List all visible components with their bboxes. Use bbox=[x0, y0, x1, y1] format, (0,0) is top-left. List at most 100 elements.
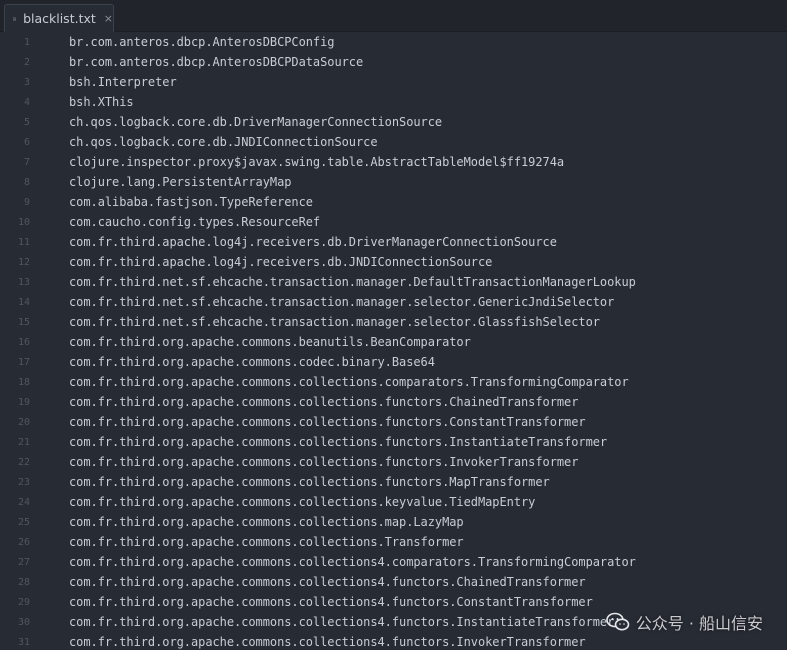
code-line: 26 com.fr.third.org.apache.commons.collec… bbox=[0, 532, 787, 552]
code-line: 9 com.alibaba.fastjson.TypeReference bbox=[0, 192, 787, 212]
editor-window: blacklist.txt × 1 br.com.anteros.dbcp.Ant… bbox=[0, 0, 787, 650]
code-text: com.fr.third.org.apache.commons.collecti… bbox=[69, 515, 464, 529]
tab-label: blacklist.txt bbox=[23, 11, 96, 26]
line-number: 4 bbox=[23, 96, 30, 108]
code-text: com.fr.third.net.sf.ehcache.transaction.… bbox=[69, 315, 600, 329]
line-number: 10 bbox=[17, 216, 30, 228]
code-text: com.fr.third.org.apache.commons.collecti… bbox=[69, 475, 550, 489]
code-text: com.fr.third.org.apache.commons.collecti… bbox=[69, 595, 593, 609]
code-line: 5 ch.qos.logback.core.db.DriverManagerCon… bbox=[0, 112, 787, 132]
code-text: com.fr.third.org.apache.commons.collecti… bbox=[69, 455, 579, 469]
line-number: 25 bbox=[17, 516, 30, 528]
line-number: 14 bbox=[17, 296, 30, 308]
code-line: 7 clojure.inspector.proxy$javax.swing.tab… bbox=[0, 152, 787, 172]
line-number: 26 bbox=[17, 536, 30, 548]
line-number: 29 bbox=[17, 596, 30, 608]
code-text: br.com.anteros.dbcp.AnterosDBCPDataSourc… bbox=[69, 55, 364, 69]
code-text: com.fr.third.org.apache.commons.collecti… bbox=[69, 555, 636, 569]
code-line: 19 com.fr.third.org.apache.commons.collec… bbox=[0, 392, 787, 412]
code-text: com.fr.third.org.apache.commons.collecti… bbox=[69, 615, 615, 629]
line-number: 2 bbox=[23, 56, 30, 68]
code-text: ch.qos.logback.core.db.JNDIConnectionSou… bbox=[69, 135, 378, 149]
code-line: 3 bsh.Interpreter bbox=[0, 72, 787, 92]
code-line: 2 br.com.anteros.dbcp.AnterosDBCPDataSour… bbox=[0, 52, 787, 72]
code-text: com.fr.third.apache.log4j.receivers.db.D… bbox=[69, 235, 557, 249]
code-text: bsh.XThis bbox=[69, 95, 134, 109]
line-number: 9 bbox=[23, 196, 30, 208]
tab-bar: blacklist.txt × bbox=[0, 0, 787, 32]
code-text: com.fr.third.org.apache.commons.codec.bi… bbox=[69, 355, 435, 369]
line-number: 16 bbox=[17, 336, 30, 348]
line-number: 21 bbox=[17, 436, 30, 448]
code-text: com.fr.third.net.sf.ehcache.transaction.… bbox=[69, 295, 615, 309]
code-line: 21 com.fr.third.org.apache.commons.collec… bbox=[0, 432, 787, 452]
code-text: com.caucho.config.types.ResourceRef bbox=[69, 215, 321, 229]
code-line: 15 com.fr.third.net.sf.ehcache.transactio… bbox=[0, 312, 787, 332]
code-line: 31 com.fr.third.org.apache.commons.collec… bbox=[0, 632, 787, 650]
code-text: com.fr.third.org.apache.commons.collecti… bbox=[69, 415, 586, 429]
code-line: 1 br.com.anteros.dbcp.AnterosDBCPConfig bbox=[0, 32, 787, 52]
code-line: 18 com.fr.third.org.apache.commons.collec… bbox=[0, 372, 787, 392]
line-number: 18 bbox=[17, 376, 30, 388]
code-line: 25 com.fr.third.org.apache.commons.collec… bbox=[0, 512, 787, 532]
line-number: 19 bbox=[17, 396, 30, 408]
code-text: clojure.inspector.proxy$javax.swing.tabl… bbox=[69, 155, 565, 169]
code-line: 27 com.fr.third.org.apache.commons.collec… bbox=[0, 552, 787, 572]
code-text: com.fr.third.net.sf.ehcache.transaction.… bbox=[69, 275, 636, 289]
close-icon[interactable]: × bbox=[104, 12, 113, 25]
code-text: bsh.Interpreter bbox=[69, 75, 177, 89]
code-text: com.fr.third.org.apache.commons.collecti… bbox=[69, 495, 536, 509]
line-number: 15 bbox=[17, 316, 30, 328]
code-line: 12 com.fr.third.apache.log4j.receivers.db… bbox=[0, 252, 787, 272]
line-number: 8 bbox=[23, 176, 30, 188]
watermark-text: 公众号 · 船山信安 bbox=[635, 614, 763, 633]
line-number: 28 bbox=[17, 576, 30, 588]
code-text: com.fr.third.org.apache.commons.collecti… bbox=[69, 435, 608, 449]
line-number: 3 bbox=[23, 76, 30, 88]
line-number: 23 bbox=[17, 476, 30, 488]
code-text: ch.qos.logback.core.db.DriverManagerConn… bbox=[69, 115, 443, 129]
code-line: 14 com.fr.third.net.sf.ehcache.transactio… bbox=[0, 292, 787, 312]
code-line: 28 com.fr.third.org.apache.commons.collec… bbox=[0, 572, 787, 592]
line-number: 12 bbox=[17, 256, 30, 268]
code-text: com.fr.third.org.apache.commons.beanutil… bbox=[69, 335, 471, 349]
code-line: 11 com.fr.third.apache.log4j.receivers.db… bbox=[0, 232, 787, 252]
line-number: 31 bbox=[17, 636, 30, 648]
code-line: 29 com.fr.third.org.apache.commons.collec… bbox=[0, 592, 787, 612]
code-line: 4 bsh.XThis bbox=[0, 92, 787, 112]
code-line: 16 com.fr.third.org.apache.commons.beanut… bbox=[0, 332, 787, 352]
line-number: 1 bbox=[23, 36, 30, 48]
line-number: 17 bbox=[17, 356, 30, 368]
line-number: 13 bbox=[17, 276, 30, 288]
file-icon bbox=[13, 16, 16, 21]
code-text: com.fr.third.org.apache.commons.collecti… bbox=[69, 375, 629, 389]
line-number: 20 bbox=[17, 416, 30, 428]
watermark: 公众号 · 船山信安 bbox=[605, 610, 763, 634]
line-number: 27 bbox=[17, 556, 30, 568]
text-editor[interactable]: 1 br.com.anteros.dbcp.AnterosDBCPConfig 2 b… bbox=[0, 32, 787, 650]
code-text: com.fr.third.org.apache.commons.collecti… bbox=[69, 575, 586, 589]
code-text: com.fr.third.org.apache.commons.collecti… bbox=[69, 395, 579, 409]
line-number: 22 bbox=[17, 456, 30, 468]
code-line: 10 com.caucho.config.types.ResourceRef bbox=[0, 212, 787, 232]
code-text: com.alibaba.fastjson.TypeReference bbox=[69, 195, 313, 209]
wechat-icon bbox=[605, 612, 630, 631]
code-line: 17 com.fr.third.org.apache.commons.codec.… bbox=[0, 352, 787, 372]
line-number: 11 bbox=[17, 236, 30, 248]
code-line: 20 com.fr.third.org.apache.commons.collec… bbox=[0, 412, 787, 432]
tab-blacklist-txt[interactable]: blacklist.txt × bbox=[4, 4, 114, 32]
code-text: com.fr.third.org.apache.commons.collecti… bbox=[69, 535, 464, 549]
code-line: 24 com.fr.third.org.apache.commons.collec… bbox=[0, 492, 787, 512]
code-text: com.fr.third.org.apache.commons.collecti… bbox=[69, 635, 586, 649]
code-text: com.fr.third.apache.log4j.receivers.db.J… bbox=[69, 255, 493, 269]
code-text: clojure.lang.PersistentArrayMap bbox=[69, 175, 292, 189]
code-line: 8 clojure.lang.PersistentArrayMap bbox=[0, 172, 787, 192]
code-line: 22 com.fr.third.org.apache.commons.collec… bbox=[0, 452, 787, 472]
line-number: 6 bbox=[23, 136, 30, 148]
code-text: br.com.anteros.dbcp.AnterosDBCPConfig bbox=[69, 35, 335, 49]
line-number: 24 bbox=[17, 496, 30, 508]
code-line: 23 com.fr.third.org.apache.commons.collec… bbox=[0, 472, 787, 492]
line-number: 30 bbox=[17, 616, 30, 628]
line-number: 7 bbox=[23, 156, 30, 168]
code-line: 13 com.fr.third.net.sf.ehcache.transactio… bbox=[0, 272, 787, 292]
